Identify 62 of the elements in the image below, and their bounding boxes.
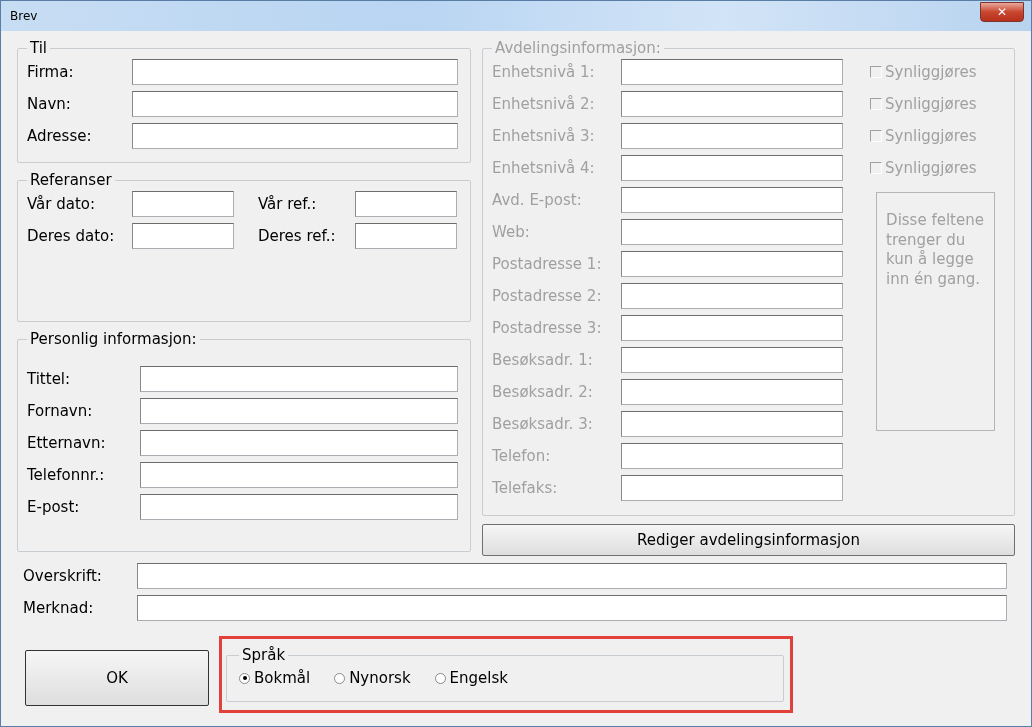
checkbox-label: Synliggjøres — [885, 93, 977, 115]
text-field[interactable] — [140, 494, 458, 520]
checkbox-label: Synliggjøres — [885, 157, 977, 179]
field-label: Postadresse 2: — [492, 285, 603, 307]
field-label: Besøksadr. 2: — [492, 381, 594, 403]
field-label: Telefonnr.: — [27, 464, 106, 486]
field-label: Postadresse 3: — [492, 317, 603, 339]
field-label: Enhetsnivå 3: — [492, 125, 596, 147]
text-field[interactable] — [137, 563, 1007, 589]
text-field[interactable] — [140, 366, 458, 392]
group-label: Referanser — [29, 173, 113, 188]
radio-label: Engelsk — [449, 668, 508, 689]
field-label: Postadresse 1: — [492, 253, 603, 275]
field-label: Etternavn: — [27, 432, 107, 454]
group-label: Avdelingsinformasjon: — [494, 41, 662, 56]
group-label: Til — [29, 41, 49, 56]
field-label: Besøksadr. 1: — [492, 349, 594, 371]
field-label: Besøksadr. 3: — [492, 413, 594, 435]
info-note: Disse feltene trenger du kun å legge inn én gang. — [876, 192, 996, 431]
radio-label: Bokmål — [254, 668, 311, 689]
radio-button[interactable] — [334, 672, 346, 684]
radio-button[interactable] — [434, 672, 446, 684]
field-label: Tittel: — [27, 368, 72, 390]
field-label: Firma: — [27, 61, 75, 83]
text-field[interactable] — [132, 91, 458, 117]
field-label: Deres ref.: — [258, 225, 337, 247]
field-label: Enhetsnivå 4: — [492, 157, 596, 179]
group-label: Personlig informasjon: — [29, 332, 198, 347]
field-label: Telefon: — [492, 445, 552, 467]
text-field[interactable] — [140, 430, 458, 456]
radio-label: Nynorsk — [349, 668, 411, 689]
text-field[interactable] — [132, 59, 458, 85]
text-field[interactable] — [137, 595, 1007, 621]
close-button[interactable]: ✕ — [980, 2, 1024, 22]
text-field[interactable] — [140, 398, 458, 424]
field-label: Avd. E-post: — [492, 189, 583, 211]
ok-button[interactable]: OK — [25, 650, 209, 706]
window-title: Brev — [10, 8, 38, 25]
field-label: Vår dato: — [27, 193, 97, 215]
text-field[interactable] — [140, 462, 458, 488]
text-field[interactable] — [355, 191, 457, 217]
field-label: Web: — [492, 221, 531, 243]
text-field[interactable] — [355, 223, 457, 249]
field-label: Merknad: — [23, 597, 95, 619]
field-label: Fornavn: — [27, 400, 94, 422]
edit-button[interactable]: Rediger avdelingsinformasjon — [482, 524, 1015, 556]
field-label: Navn: — [27, 93, 72, 115]
group-label: Språk — [241, 648, 287, 663]
text-field[interactable] — [132, 123, 458, 149]
field-label: Vår ref.: — [258, 193, 318, 215]
field-label: E-post: — [27, 496, 81, 518]
field-label: Telefaks: — [492, 477, 559, 499]
field-label: Overskrift: — [23, 565, 103, 587]
field-label: Deres dato: — [27, 225, 116, 247]
text-field[interactable] — [132, 223, 234, 249]
field-label: Enhetsnivå 2: — [492, 93, 596, 115]
radio-button[interactable] — [239, 672, 250, 684]
checkbox-label: Synliggjøres — [885, 125, 977, 147]
field-label: Adresse: — [27, 125, 93, 147]
text-field[interactable] — [132, 191, 234, 217]
field-label: Enhetsnivå 1: — [492, 61, 596, 83]
checkbox-label: Synliggjøres — [885, 61, 977, 83]
